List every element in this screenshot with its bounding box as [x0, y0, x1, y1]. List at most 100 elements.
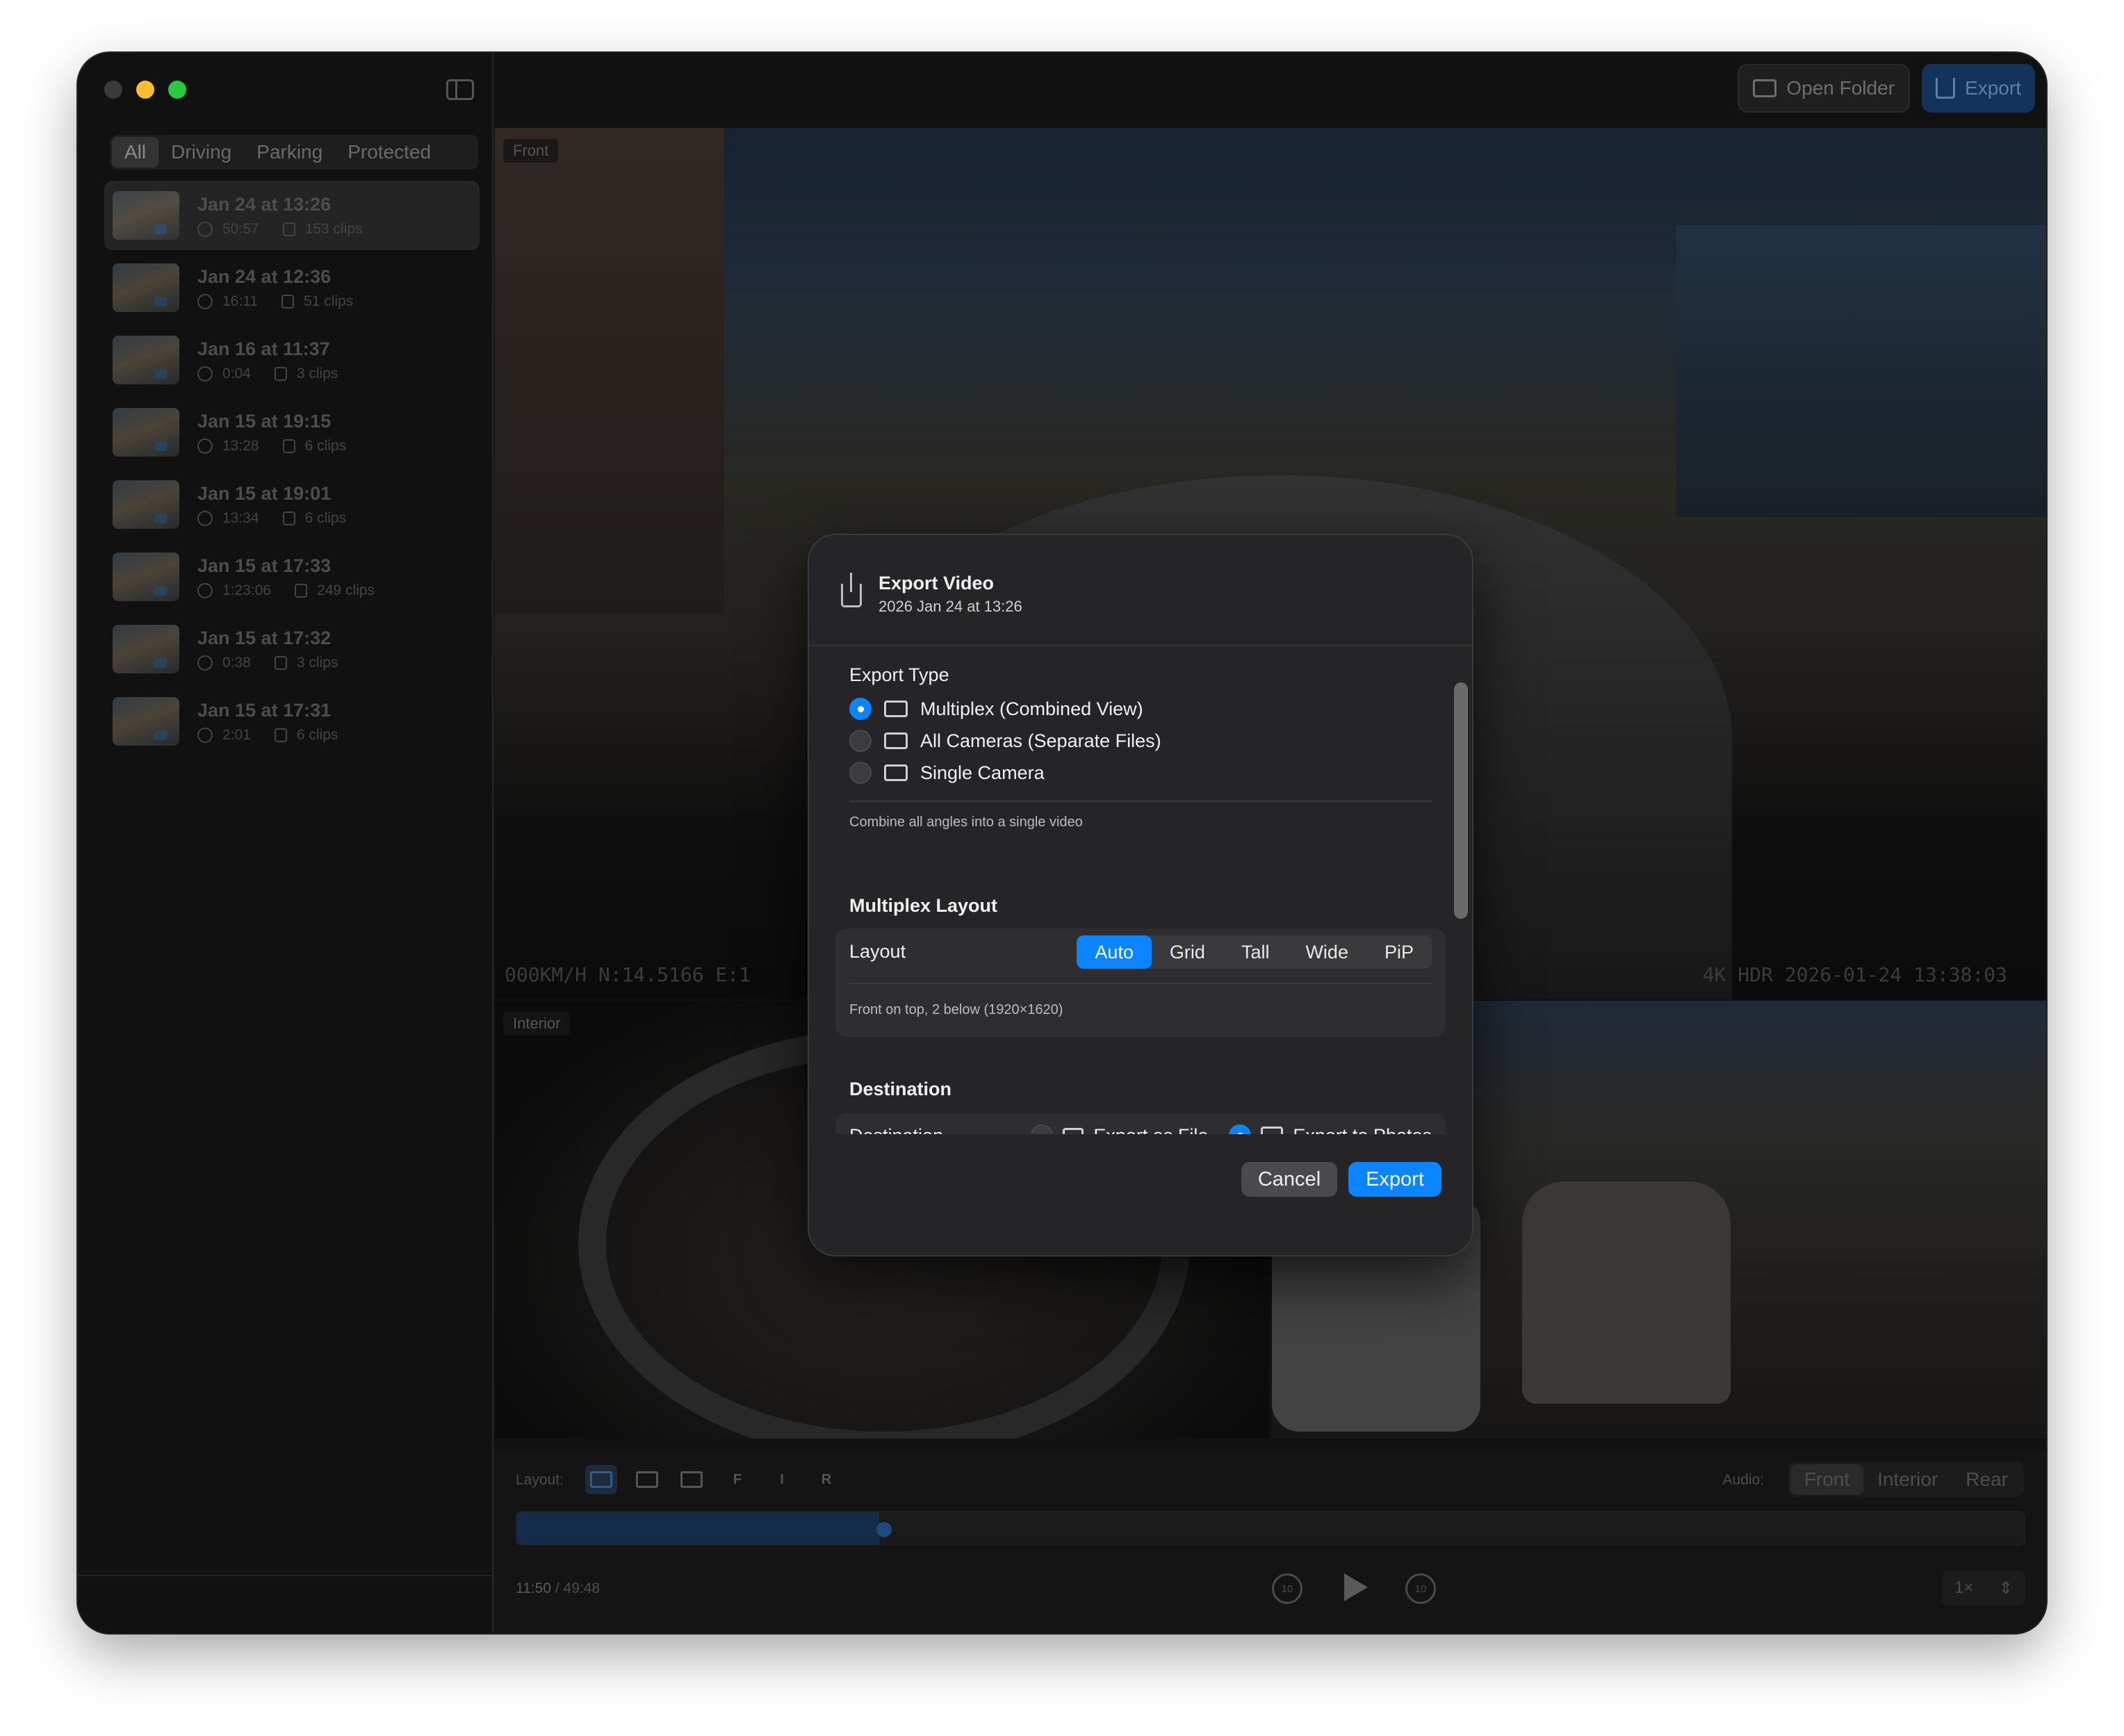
lock-icon [281, 294, 294, 309]
clip-count: 3 clips [296, 654, 338, 671]
timeline-playhead[interactable] [876, 1522, 892, 1537]
export-dialog: Export Video 2026 Jan 24 at 13:26 Export… [808, 534, 1473, 1256]
export-type-group: Multiplex (Combined View) All Cameras (S… [835, 684, 1446, 841]
clip-list-item[interactable]: Jan 15 at 19:01 13:34 6 clips [104, 470, 480, 539]
clip-type-badge-icon [154, 730, 167, 740]
clip-meta: 0:38 3 clips [197, 655, 338, 671]
lock-icon [274, 655, 287, 670]
dialog-scrollbar[interactable] [1454, 682, 1468, 919]
export-type-multiplex[interactable]: Multiplex (Combined View) [849, 698, 1143, 720]
layout-side-icon [636, 1471, 658, 1488]
clip-meta: 13:34 6 clips [197, 510, 346, 527]
clip-list-item[interactable]: Jan 24 at 12:36 16:11 51 clips [104, 253, 480, 322]
clip-text: Jan 15 at 17:31 2:01 6 clips [197, 700, 338, 744]
export-type-label: Multiplex (Combined View) [920, 698, 1143, 719]
clip-list-item[interactable]: Jan 15 at 17:33 1:23:06 249 clips [104, 542, 480, 612]
audio-interior[interactable]: Interior [1863, 1464, 1952, 1495]
audio-front[interactable]: Front [1790, 1464, 1864, 1495]
export-type-all-cameras[interactable]: All Cameras (Separate Files) [849, 730, 1161, 752]
dialog-header: Export Video 2026 Jan 24 at 13:26 [809, 535, 1472, 646]
zoom-window-button[interactable] [168, 81, 186, 99]
filter-parking[interactable]: Parking [244, 137, 335, 167]
clock-icon [197, 582, 213, 598]
open-folder-button[interactable]: Open Folder [1738, 64, 1910, 113]
layout-label: Layout: [516, 1472, 564, 1488]
cancel-button[interactable]: Cancel [1241, 1162, 1337, 1197]
layout-row-label: Layout [849, 941, 906, 962]
timeline-scrubber[interactable] [516, 1511, 2025, 1546]
layout-rear-button[interactable]: R [810, 1465, 842, 1494]
clip-meta: 1:23:06 249 clips [197, 582, 375, 599]
sidebar: All Driving Parking Protected Jan 24 at … [78, 53, 493, 1633]
destination-title: Destination [849, 1079, 952, 1099]
lock-icon [295, 583, 308, 598]
clip-meta: 0:04 3 clips [197, 366, 338, 382]
audio-rear[interactable]: Rear [1952, 1464, 2022, 1495]
layout-side-button[interactable] [631, 1465, 663, 1494]
share-icon [841, 573, 862, 607]
layout-front-button[interactable]: F [721, 1465, 753, 1494]
export-button[interactable]: Export [1922, 64, 2035, 113]
layout-interior-button[interactable]: I [766, 1465, 798, 1494]
clip-text: Jan 15 at 19:01 13:34 6 clips [197, 483, 346, 527]
clip-list-item[interactable]: Jan 15 at 17:32 0:38 3 clips [104, 614, 480, 684]
clip-count: 6 clips [304, 437, 347, 454]
export-type-label: All Cameras (Separate Files) [920, 730, 1161, 751]
filter-driving[interactable]: Driving [158, 137, 244, 167]
clock-icon [197, 510, 213, 526]
close-window-button[interactable] [104, 81, 122, 99]
layout-option-tall[interactable]: Tall [1223, 935, 1288, 969]
clip-type-badge-icon [154, 297, 167, 306]
clip-title: Jan 16 at 11:37 [197, 338, 330, 359]
minimize-window-button[interactable] [136, 81, 154, 99]
folder-icon [1753, 79, 1777, 97]
clip-text: Jan 15 at 17:33 1:23:06 249 clips [197, 555, 375, 599]
audio-source-segmented: Front Interior Rear [1788, 1462, 2024, 1497]
clip-count: 249 clips [317, 582, 375, 598]
export-type-single-camera[interactable]: Single Camera [849, 762, 1045, 784]
clip-meta: 2:01 6 clips [197, 727, 338, 744]
clip-duration: 1:23:06 [222, 582, 272, 598]
dialog-scroll-content[interactable]: Export Type Multiplex (Combined View) Al… [809, 648, 1472, 1134]
skip-forward-10-icon[interactable]: 10 [1405, 1573, 1436, 1604]
play-icon[interactable] [1344, 1573, 1368, 1601]
playback-speed-select[interactable]: 1× ⇕ [1942, 1571, 2025, 1605]
clip-list-item[interactable]: Jan 24 at 13:26 50:57 153 clips [104, 181, 480, 250]
layout-grid-button[interactable] [676, 1465, 708, 1494]
radio-selected[interactable] [849, 698, 872, 720]
share-icon [1936, 78, 1956, 99]
clip-text: Jan 16 at 11:37 0:04 3 clips [197, 338, 338, 382]
layout-option-pip[interactable]: PiP [1366, 935, 1432, 969]
layout-option-wide[interactable]: Wide [1287, 935, 1366, 969]
clip-duration: 2:01 [222, 726, 251, 743]
clip-title: Jan 15 at 17:32 [197, 627, 332, 648]
clock-icon [197, 438, 213, 454]
clip-list-item[interactable]: Jan 16 at 11:37 0:04 3 clips [104, 325, 480, 395]
multiplex-layout-group: Layout Auto Grid Tall Wide PiP Front on … [835, 928, 1446, 1037]
clip-title: Jan 15 at 19:15 [197, 410, 332, 432]
clip-meta: 16:11 51 clips [197, 293, 353, 310]
layout-stacked-button[interactable] [585, 1465, 617, 1494]
clip-count: 51 clips [304, 293, 354, 309]
open-folder-label: Open Folder [1786, 77, 1895, 99]
radio-unselected[interactable] [849, 762, 872, 784]
export-type-label: Single Camera [920, 762, 1045, 783]
filter-protected[interactable]: Protected [335, 137, 443, 167]
clip-list-item[interactable]: Jan 15 at 19:15 13:28 6 clips [104, 398, 480, 467]
layout-option-auto[interactable]: Auto [1077, 935, 1152, 969]
clip-text: Jan 15 at 17:32 0:38 3 clips [197, 628, 338, 671]
app-window: All Driving Parking Protected Jan 24 at … [78, 53, 2046, 1633]
clip-duration: 0:38 [222, 654, 251, 671]
sidebar-toggle-icon[interactable] [446, 79, 474, 100]
clip-text: Jan 24 at 13:26 50:57 153 clips [197, 194, 362, 238]
layout-option-grid[interactable]: Grid [1152, 935, 1223, 969]
clip-count: 3 clips [296, 365, 338, 382]
filter-all[interactable]: All [112, 137, 159, 167]
radio-unselected[interactable] [849, 730, 872, 752]
clip-list-item[interactable]: Jan 15 at 17:31 2:01 6 clips [104, 687, 480, 756]
clip-duration: 0:04 [222, 365, 251, 382]
clip-thumbnail [113, 480, 179, 529]
dialog-export-button[interactable]: Export [1348, 1162, 1441, 1197]
skip-back-10-icon[interactable]: 10 [1272, 1573, 1302, 1604]
clip-title: Jan 15 at 17:33 [197, 555, 332, 576]
